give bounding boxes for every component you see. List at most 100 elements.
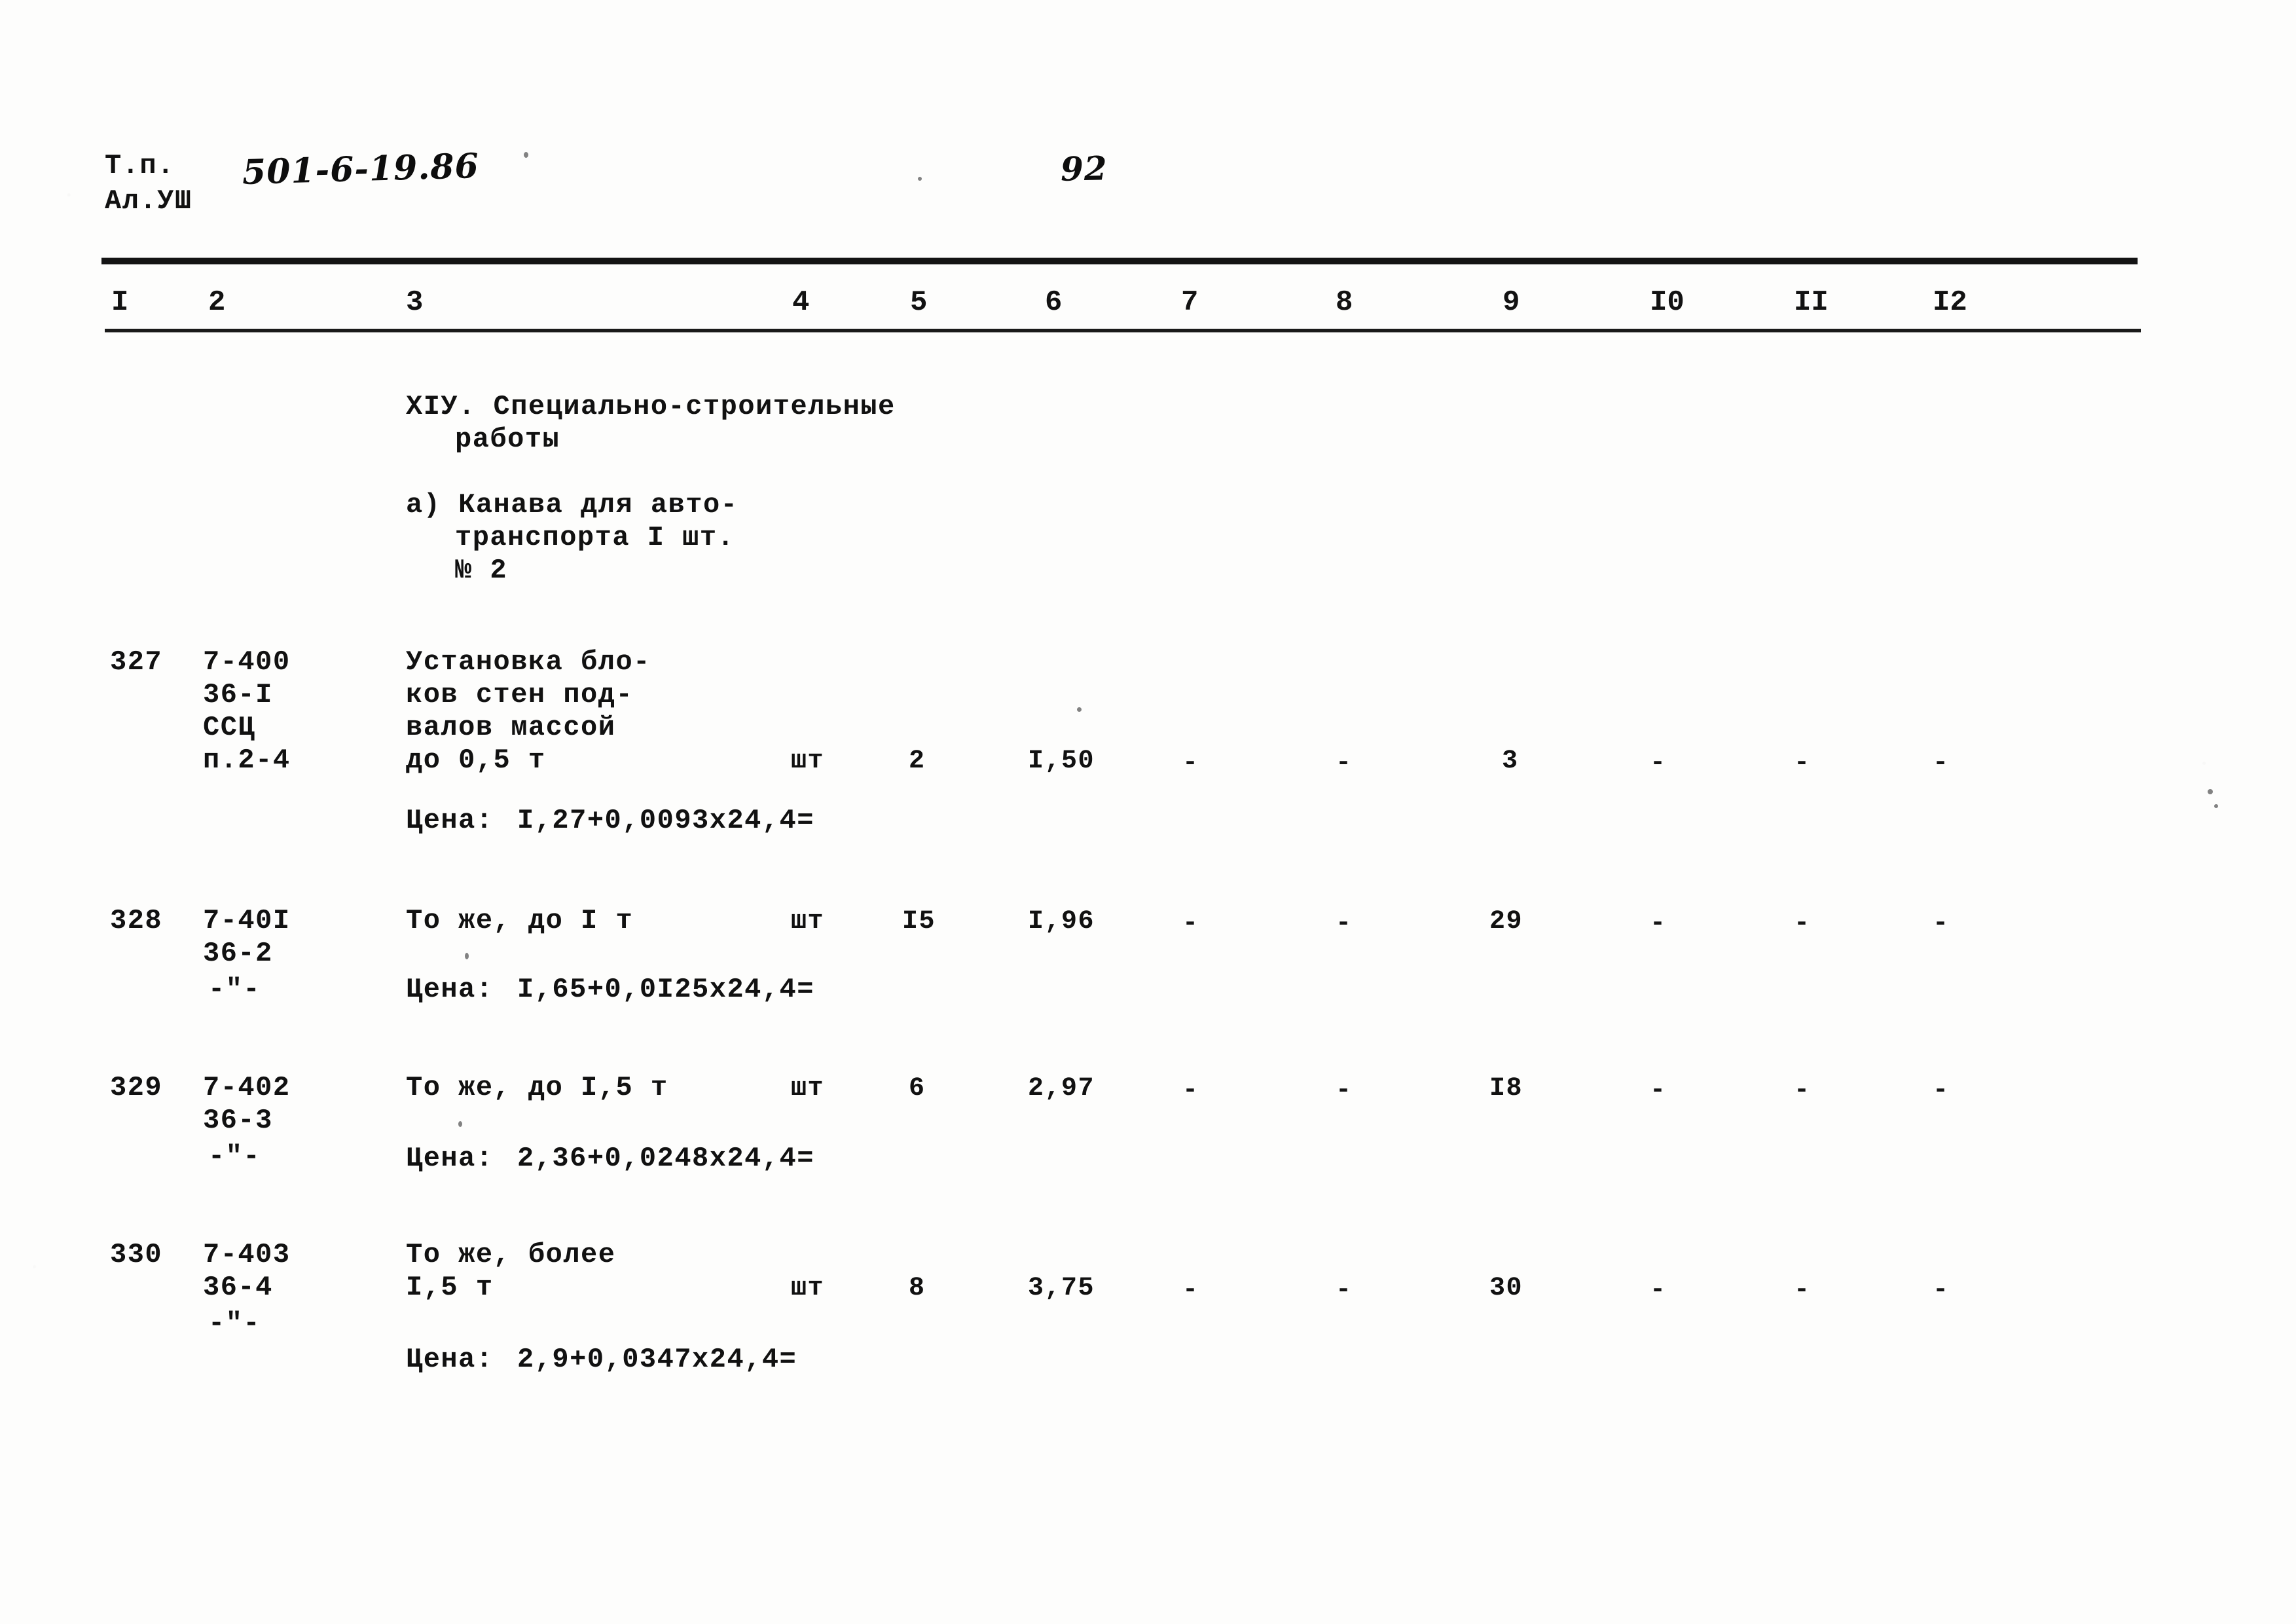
subsection-line1: а) Канава для авто- xyxy=(406,489,738,521)
row-number: 329 xyxy=(110,1072,163,1103)
scan-speck xyxy=(2214,804,2218,808)
column-number-10: I0 xyxy=(1650,286,1685,319)
row-col7-value: - xyxy=(1182,748,1199,778)
column-number-1: I xyxy=(111,286,129,319)
row-price-label: Цена: xyxy=(406,1344,494,1375)
column-number-7: 7 xyxy=(1181,286,1199,319)
row-code-line: 36-2 xyxy=(203,938,273,969)
row-price-label: Цена: xyxy=(406,974,494,1005)
row-price-label: Цена: xyxy=(406,805,494,836)
row-code-line: 7-402 xyxy=(203,1072,291,1103)
column-number-4: 4 xyxy=(792,286,810,319)
doc-code-handwritten: 501-6-19.86 xyxy=(242,145,480,193)
row-col7-value: - xyxy=(1182,1276,1199,1305)
row-price-formula: 2,9+0,0347х24,4= xyxy=(517,1344,797,1375)
scan-speck xyxy=(524,152,528,158)
row-col12-value: - xyxy=(1933,909,1949,938)
row-description-line: Установка бло- xyxy=(406,646,651,678)
column-number-9: 9 xyxy=(1503,286,1520,319)
column-number-8: 8 xyxy=(1336,286,1353,319)
subsection-line2: транспорта I шт. xyxy=(455,522,735,553)
row-price-formula: 2,36+0,0248х24,4= xyxy=(517,1143,814,1174)
row-price-label: Цена: xyxy=(406,1143,494,1174)
row-col10-value: - xyxy=(1650,1276,1666,1305)
row-col9-value: 30 xyxy=(1489,1274,1523,1303)
section-title-line1: XIУ. Специально-строительные xyxy=(406,391,896,422)
row-unit: шт xyxy=(791,1274,825,1303)
row-code-line: -"- xyxy=(208,974,261,1005)
scan-speck xyxy=(2208,789,2213,794)
row-description-line: То же, до I т xyxy=(406,905,634,936)
column-number-5: 5 xyxy=(910,286,928,319)
scan-speck xyxy=(1077,707,1082,712)
row-code-line: 36-3 xyxy=(203,1105,273,1136)
row-code-line: -"- xyxy=(208,1308,261,1339)
row-quantity: 2 xyxy=(909,747,926,776)
row-number: 328 xyxy=(110,905,163,936)
row-col7-value: - xyxy=(1182,1076,1199,1105)
scan-speck xyxy=(918,177,922,181)
row-price-formula: I,65+0,0I25х24,4= xyxy=(517,974,814,1005)
column-number-11: II xyxy=(1794,286,1829,319)
row-description-line: I,5 т xyxy=(406,1272,494,1303)
row-col11-value: - xyxy=(1794,909,1810,938)
row-col11-value: - xyxy=(1794,748,1810,778)
column-number-3: 3 xyxy=(406,286,424,319)
row-description-line: валов массой xyxy=(406,712,616,743)
row-unit: шт xyxy=(791,1074,825,1103)
row-col10-value: - xyxy=(1650,909,1666,938)
column-number-2: 2 xyxy=(208,286,226,319)
row-code-line: п.2-4 xyxy=(203,745,291,776)
section-title-line2: работы xyxy=(455,424,560,455)
row-col8-value: - xyxy=(1336,748,1352,778)
scanned-document-page: Т.п. Ал.УШ 501-6-19.86 92 I 2 3 4 5 6 7 … xyxy=(0,0,2296,1624)
row-description-line: до 0,5 т xyxy=(406,745,546,776)
row-col9-value: 29 xyxy=(1489,907,1523,936)
row-quantity: I5 xyxy=(902,907,936,936)
row-price-formula: I,27+0,0093х24,4= xyxy=(517,805,814,836)
scan-speck xyxy=(458,1121,462,1127)
row-col10-value: - xyxy=(1650,748,1666,778)
row-col6-value: I,96 xyxy=(1028,907,1095,936)
row-col6-value: 2,97 xyxy=(1028,1074,1095,1103)
row-col11-value: - xyxy=(1794,1076,1810,1105)
row-quantity: 8 xyxy=(909,1274,926,1303)
row-number: 327 xyxy=(110,646,163,678)
row-code-line: 36-I xyxy=(203,679,273,710)
row-code-line: ССЦ xyxy=(203,712,256,743)
row-col11-value: - xyxy=(1794,1276,1810,1305)
scan-speck xyxy=(465,953,469,959)
row-description-line: То же, до I,5 т xyxy=(406,1072,668,1103)
row-col12-value: - xyxy=(1933,1276,1949,1305)
row-col8-value: - xyxy=(1336,1276,1352,1305)
row-description-line: То же, более xyxy=(406,1239,616,1270)
row-description-line: ков стен под- xyxy=(406,679,634,710)
row-col10-value: - xyxy=(1650,1076,1666,1105)
row-code-line: 7-400 xyxy=(203,646,291,678)
row-col8-value: - xyxy=(1336,1076,1352,1105)
row-col8-value: - xyxy=(1336,909,1352,938)
row-code-line: 7-403 xyxy=(203,1239,291,1270)
row-col7-value: - xyxy=(1182,909,1199,938)
column-number-6: 6 xyxy=(1045,286,1063,319)
column-number-12: I2 xyxy=(1933,286,1967,319)
doc-label-line1: Т.п. xyxy=(105,150,175,181)
row-col6-value: 3,75 xyxy=(1028,1274,1095,1303)
row-col12-value: - xyxy=(1933,1076,1949,1105)
row-number: 330 xyxy=(110,1239,163,1270)
subsection-line3: № 2 xyxy=(455,555,508,586)
row-code-line: -"- xyxy=(208,1141,261,1172)
row-col12-value: - xyxy=(1933,748,1949,778)
row-col9-value: I8 xyxy=(1489,1074,1523,1103)
row-code-line: 7-40I xyxy=(203,905,291,936)
row-quantity: 6 xyxy=(909,1074,926,1103)
page-number: 92 xyxy=(1060,149,1108,189)
doc-label-line2: Ал.УШ xyxy=(105,185,192,217)
row-col6-value: I,50 xyxy=(1028,747,1095,776)
row-code-line: 36-4 xyxy=(203,1272,273,1303)
table-header-bottom-rule xyxy=(105,329,2141,332)
row-unit: шт xyxy=(791,907,825,936)
table-top-rule xyxy=(101,258,2138,264)
row-unit: шт xyxy=(791,747,825,776)
row-col9-value: 3 xyxy=(1502,747,1519,776)
